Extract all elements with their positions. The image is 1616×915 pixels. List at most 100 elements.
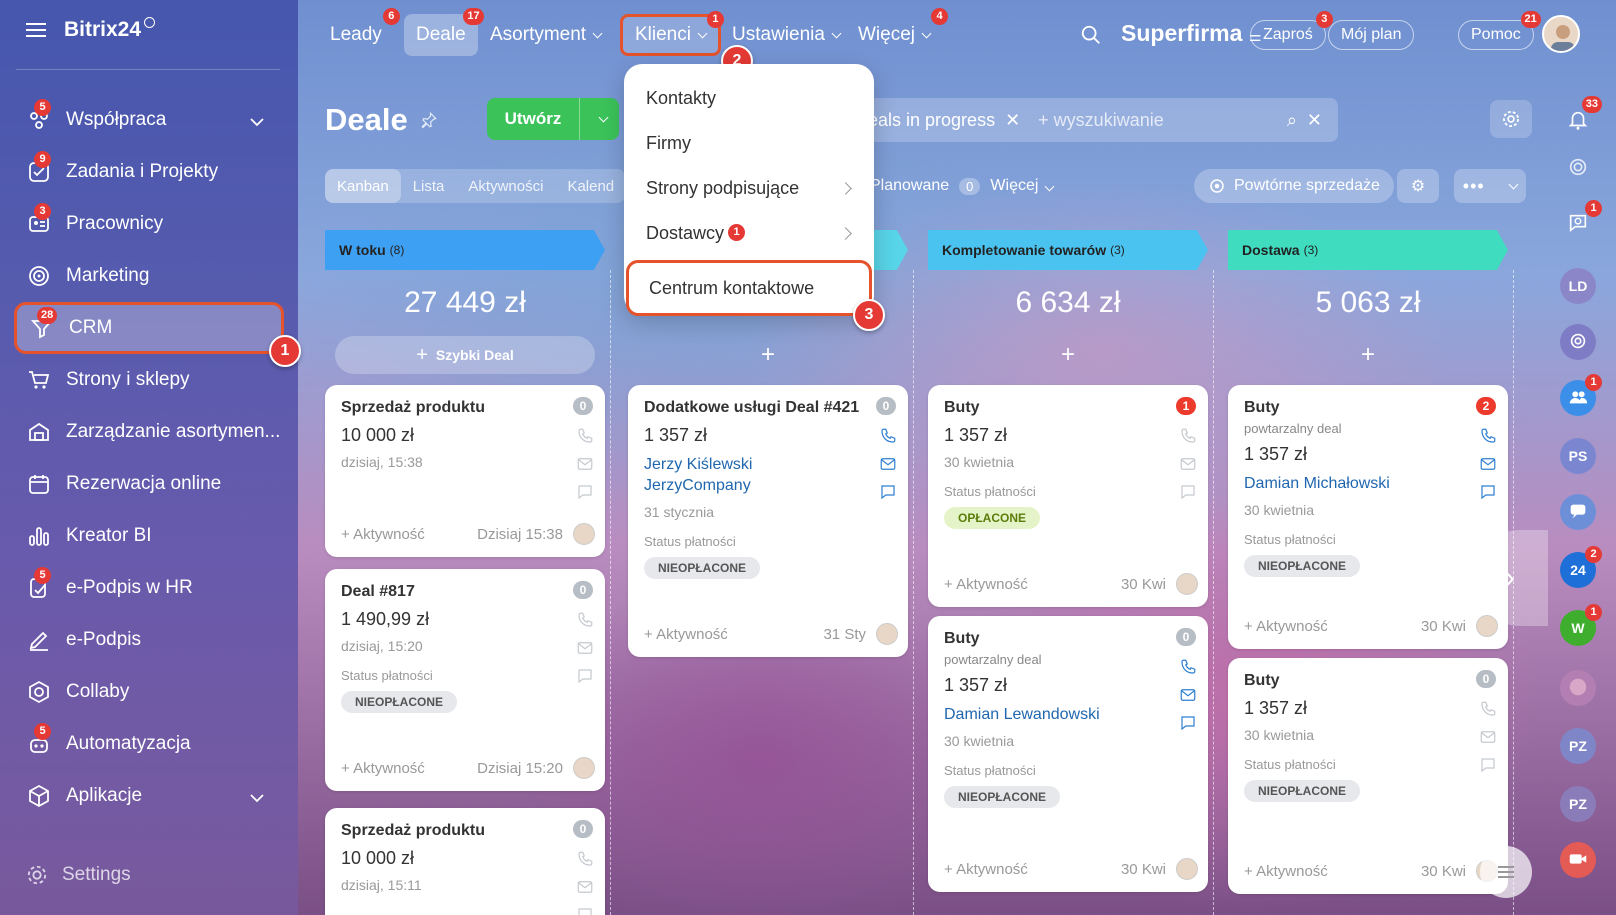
phone-icon[interactable] [1478, 427, 1498, 445]
sidebar-item-collaby[interactable]: Collaby [14, 666, 284, 718]
notifications-button[interactable]: 33 [1560, 96, 1602, 138]
mail-icon[interactable] [1178, 455, 1198, 473]
add-activity-link[interactable]: + Aktywność [341, 526, 477, 543]
chevron-down-icon[interactable] [250, 111, 264, 133]
sidebar-item-zarz-dzanie-asortymen-[interactable]: Zarządzanie asortymen... [14, 406, 284, 458]
chip-close-icon[interactable]: ✕ [1005, 110, 1020, 131]
phone-icon[interactable] [1178, 427, 1198, 445]
panel-avatar-pz[interactable]: PZ [1560, 728, 1596, 764]
column-header[interactable]: Kompletowanie towarów (3) [928, 230, 1208, 270]
sidebar-item-e-podpis-w-hr[interactable]: 5 e-Podpis w HR [14, 562, 284, 614]
responsible-avatar[interactable] [573, 523, 595, 545]
chat-icon[interactable] [575, 667, 595, 685]
tab-klienci[interactable]: Klienci 1 2 [620, 11, 753, 77]
filter-search-icon[interactable]: ⌕ [1287, 110, 1297, 131]
deal-card[interactable]: Deal #817 1 490,99 zł dzisiaj, 15:20 Status… [325, 569, 605, 791]
panel-photo-button[interactable] [1560, 670, 1596, 706]
menu-item-dostawcy[interactable]: Dostawcy 1 [624, 211, 874, 256]
quick-deal-button[interactable]: + Szybki Deal [335, 336, 595, 374]
phone-icon[interactable] [878, 427, 898, 445]
mail-icon[interactable] [878, 455, 898, 473]
panel-message-button[interactable] [1560, 494, 1596, 530]
responsible-avatar[interactable] [876, 623, 898, 645]
chat-icon[interactable] [1478, 483, 1498, 501]
sidebar-item-marketing[interactable]: Marketing [14, 250, 284, 302]
create-button[interactable]: Utwórz [487, 98, 619, 140]
mail-icon[interactable] [1478, 455, 1498, 473]
sidebar-item-crm[interactable]: 28 CRM 1 [14, 302, 301, 367]
mail-icon[interactable] [575, 639, 595, 657]
sidebar-item-kreator-bi[interactable]: Kreator BI [14, 510, 284, 562]
phone-icon[interactable] [575, 427, 595, 445]
panel-video-button[interactable] [1560, 842, 1596, 878]
deal-title[interactable]: Deal #817 [341, 583, 589, 601]
responsible-avatar[interactable] [573, 757, 595, 779]
view-calendar[interactable]: Kalend [555, 169, 625, 203]
add-activity-link[interactable]: + Aktywność [944, 576, 1121, 593]
deal-title[interactable]: Dodatkowe usługi Deal #421 [644, 399, 892, 417]
deal-title[interactable]: Buty [1244, 672, 1492, 690]
chat-icon[interactable] [1178, 483, 1198, 501]
brand-name[interactable]: Bitrix24 [64, 18, 141, 41]
mail-icon[interactable] [575, 878, 595, 896]
panel-avatar-pz[interactable]: PZ [1560, 786, 1596, 822]
deal-card[interactable]: Buty powtarzalny deal 1 357 zł Damian Lewan… [928, 616, 1208, 892]
clear-icon[interactable]: ✕ [1307, 110, 1322, 131]
view-list[interactable]: Lista [401, 169, 457, 203]
deal-card[interactable]: Dodatkowe usługi Deal #421 1 357 zł Jerzy … [628, 385, 908, 657]
chat-icon[interactable] [878, 483, 898, 501]
sidebar-item-aplikacje[interactable]: Aplikacje [14, 770, 284, 822]
phone-icon[interactable] [1478, 700, 1498, 718]
deal-title[interactable]: Buty [944, 630, 1192, 648]
phone-icon[interactable] [575, 850, 595, 868]
mail-icon[interactable] [575, 455, 595, 473]
sidebar-item-strony-i-sklepy[interactable]: Strony i sklepy [14, 354, 284, 406]
create-dropdown-toggle[interactable] [579, 98, 619, 140]
help-button[interactable]: Pomoc 21 [1458, 11, 1541, 50]
phone-icon[interactable] [575, 611, 595, 629]
deal-contact-link[interactable]: Damian Lewandowski [944, 704, 1192, 725]
sidebar-item-wsp-praca[interactable]: 5 Współpraca [14, 94, 284, 146]
deal-card[interactable]: Buty 1 357 zł 30 kwietnia Status płatności O… [928, 385, 1208, 607]
deal-card[interactable]: Buty powtarzalny deal 1 357 zł Damian Micha… [1228, 385, 1508, 649]
panel-avatar-24[interactable]: 24 2 [1560, 546, 1602, 588]
tab-leady[interactable]: Leady 6 [318, 8, 400, 56]
deal-card[interactable]: Sprzedaż produktu 10 000 zł dzisiaj, 15:38… [325, 385, 605, 557]
deal-title[interactable]: Sprzedaż produktu [341, 822, 589, 840]
tab-ustawienia[interactable]: Ustawienia [720, 14, 852, 56]
chat-button[interactable] [1480, 846, 1532, 898]
sidebar-item-pracownicy[interactable]: 3 Pracownicy [14, 198, 284, 250]
chat-icon[interactable] [575, 483, 595, 501]
repeat-sales-button[interactable]: Powtórne sprzedaże [1194, 169, 1394, 203]
tab-asortyment[interactable]: Asortyment [478, 14, 613, 56]
chat-icon[interactable] [1178, 714, 1198, 732]
menu-icon[interactable] [26, 23, 46, 37]
menu-item-centrum-kontaktowe[interactable]: Centrum kontaktowe 3 [626, 260, 885, 331]
robots-button[interactable]: ⚙ [1397, 169, 1439, 203]
panel-avatar-w[interactable]: W1 [1560, 604, 1602, 646]
chat-icon[interactable] [1478, 756, 1498, 774]
company-name[interactable]: Superfirma ⚌ [1121, 20, 1261, 47]
more-counters[interactable]: Więcej [990, 177, 1055, 195]
column-header[interactable]: W toku (8) [325, 230, 605, 270]
phone-icon[interactable] [1178, 658, 1198, 676]
add-activity-link[interactable]: + Aktywność [341, 760, 477, 777]
deal-title[interactable]: Buty [1244, 399, 1492, 417]
tab-wi-cej[interactable]: Więcej 4 [846, 8, 949, 56]
planned-label[interactable]: Planowane [870, 177, 949, 195]
deal-company-link[interactable]: JerzyCompany [644, 475, 892, 496]
more-actions-button[interactable]: ••• [1454, 169, 1526, 203]
filter-bar[interactable]: eals in progress ✕ + wyszukiwanie ⌕ ✕ [860, 98, 1338, 142]
panel-target-button[interactable] [1560, 150, 1596, 186]
panel-chat-search-button[interactable]: 1 [1560, 200, 1602, 242]
panel-spiral-button[interactable] [1560, 324, 1596, 360]
menu-item-strony-podpisuj-ce[interactable]: Strony podpisujące [624, 166, 874, 211]
deal-title[interactable]: Sprzedaż produktu [341, 399, 589, 417]
add-activity-link[interactable]: + Aktywność [944, 861, 1121, 878]
add-deal-button[interactable]: + [928, 336, 1208, 374]
user-avatar[interactable] [1542, 15, 1580, 53]
view-activities[interactable]: Aktywności [456, 169, 555, 203]
chat-icon[interactable] [575, 906, 595, 915]
add-deal-button[interactable]: + [1228, 336, 1508, 374]
deal-title[interactable]: Buty [944, 399, 1192, 417]
